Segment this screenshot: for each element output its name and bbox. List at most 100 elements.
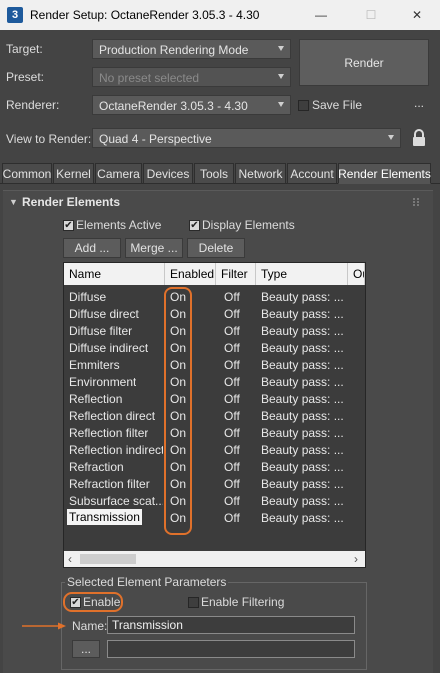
table-row[interactable]: Reflection On Off Beauty pass: ...: [64, 390, 365, 407]
render-elements-list[interactable]: Name Enabled Filter Type Ou DiffuseOnOff…: [63, 262, 366, 568]
cell-name: Diffuse direct: [69, 307, 139, 321]
cell-filter: Off: [224, 426, 240, 440]
chevron-down-icon: [278, 74, 284, 79]
cell-name: Emmiters: [69, 358, 120, 372]
cell-filter: Off: [224, 324, 240, 338]
rollout-title[interactable]: Render Elements: [22, 195, 120, 209]
cell-type: Beauty pass: ...: [261, 494, 344, 508]
minimize-icon: —: [315, 8, 327, 22]
cell-name: Reflection direct: [69, 409, 156, 423]
merge-button[interactable]: Merge ...: [125, 238, 183, 258]
grip-icon[interactable]: [412, 196, 420, 206]
output-path-field[interactable]: [107, 640, 355, 658]
save-file-label: Save File: [312, 98, 363, 112]
collapse-icon[interactable]: ▼: [9, 197, 18, 207]
tab-kernel[interactable]: Kernel: [53, 163, 94, 184]
element-name-field[interactable]: Transmission: [107, 616, 355, 634]
cell-type: Beauty pass: ...: [261, 392, 344, 406]
close-icon: ✕: [411, 8, 423, 22]
cell-filter: Off: [224, 341, 240, 355]
renderer-label: Renderer:: [6, 98, 60, 112]
add-element-button[interactable]: Add ...: [63, 238, 121, 258]
scroll-right-icon[interactable]: ›: [354, 553, 358, 565]
checkmark-icon: ✔: [64, 219, 73, 231]
cell-filter: Off: [224, 307, 240, 321]
tab-tools[interactable]: Tools: [194, 163, 234, 184]
tab-account[interactable]: Account: [287, 163, 337, 184]
column-header-filter[interactable]: Filter: [216, 263, 256, 285]
chevron-down-icon: [278, 46, 284, 51]
cell-filter: Off: [224, 358, 240, 372]
maximize-icon: ☐: [365, 8, 377, 22]
table-row[interactable]: Diffuse filter On Off Beauty pass: ...: [64, 322, 365, 339]
lock-glyph: [413, 129, 425, 146]
app-icon: 3: [7, 7, 23, 23]
display-elements-label: Display Elements: [202, 218, 295, 232]
elements-active-checkbox[interactable]: ✔: [63, 220, 74, 231]
minimize-button[interactable]: —: [298, 0, 344, 30]
table-row[interactable]: Subsurface scat... On Off Beauty pass: ...: [64, 492, 365, 509]
table-row[interactable]: Transmission On Off Beauty pass: ...: [64, 509, 365, 526]
browse-button[interactable]: ...: [72, 640, 100, 658]
cell-type: Beauty pass: ...: [261, 341, 344, 355]
lock-icon[interactable]: [411, 129, 427, 147]
view-to-render-dropdown[interactable]: Quad 4 - Perspective: [92, 128, 401, 148]
cell-filter: Off: [224, 494, 240, 508]
target-dropdown[interactable]: Production Rendering Mode: [92, 39, 291, 59]
enable-checkbox[interactable]: ✔: [70, 597, 81, 608]
maximize-button[interactable]: ☐: [348, 0, 394, 30]
table-row[interactable]: Reflection direct On Off Beauty pass: ...: [64, 407, 365, 424]
column-header-enabled[interactable]: Enabled: [165, 263, 216, 285]
table-row[interactable]: Refraction filter On Off Beauty pass: ...: [64, 475, 365, 492]
elements-active-label: Elements Active: [76, 218, 162, 232]
cell-type: Beauty pass: ...: [261, 409, 344, 423]
checkmark-icon: ✔: [71, 596, 80, 608]
cell-filter: Off: [224, 290, 240, 304]
cell-name: Diffuse indirect: [69, 341, 149, 355]
render-button[interactable]: Render: [299, 39, 429, 86]
cell-type: Beauty pass: ...: [261, 426, 344, 440]
tab-network[interactable]: Network: [235, 163, 286, 184]
cell-type: Beauty pass: ...: [261, 511, 344, 525]
scroll-left-icon[interactable]: ‹: [68, 553, 72, 565]
table-row[interactable]: Diffuse direct On Off Beauty pass: ...: [64, 305, 365, 322]
tab-render-elements[interactable]: Render Elements: [338, 163, 431, 184]
delete-button[interactable]: Delete: [187, 238, 245, 258]
column-header-name[interactable]: Name: [64, 263, 165, 285]
cell-name: Diffuse: [69, 290, 107, 304]
renderer-value: OctaneRender 3.05.3 - 4.30: [99, 99, 248, 113]
table-row[interactable]: Reflection indirect On Off Beauty pass: ...: [64, 441, 365, 458]
enable-filtering-checkbox[interactable]: [188, 597, 199, 608]
cell-name: Reflection: [69, 392, 123, 406]
enable-label: Enable: [83, 595, 121, 609]
chevron-down-icon: [278, 102, 284, 107]
table-row[interactable]: Reflection filter On Off Beauty pass: ...: [64, 424, 365, 441]
table-row[interactable]: Emmiters On Off Beauty pass: ...: [64, 356, 365, 373]
renderer-dropdown[interactable]: OctaneRender 3.05.3 - 4.30: [92, 95, 291, 115]
tab-camera[interactable]: Camera: [95, 163, 142, 184]
table-row[interactable]: Refraction On Off Beauty pass: ...: [64, 458, 365, 475]
preset-dropdown[interactable]: No preset selected: [92, 67, 291, 87]
close-button[interactable]: ✕: [394, 0, 440, 30]
column-header-type[interactable]: Type: [256, 263, 348, 285]
target-label: Target:: [6, 42, 43, 56]
display-elements-checkbox[interactable]: ✔: [189, 220, 200, 231]
cell-type: Beauty pass: ...: [261, 477, 344, 491]
tab-common[interactable]: Common: [2, 163, 52, 184]
window-title: Render Setup: OctaneRender 3.05.3 - 4.30: [30, 8, 260, 22]
cell-name: Refraction filter: [69, 477, 150, 491]
arrow-glyph: [22, 622, 66, 630]
table-row[interactable]: Environment On Off Beauty pass: ...: [64, 373, 365, 390]
table-row[interactable]: Diffuse On Off Beauty pass: ...: [64, 288, 365, 305]
tab-devices[interactable]: Devices: [143, 163, 193, 184]
preset-placeholder: No preset selected: [99, 71, 200, 85]
more-options-button[interactable]: ...: [414, 96, 424, 110]
horizontal-scrollbar[interactable]: ‹ ›: [64, 551, 365, 567]
cell-filter: Off: [224, 409, 240, 423]
cell-name: Reflection filter: [69, 426, 149, 440]
save-file-checkbox[interactable]: [298, 100, 309, 111]
column-header-output[interactable]: Ou: [348, 263, 365, 285]
cell-filter: Off: [224, 392, 240, 406]
table-row[interactable]: Diffuse indirect On Off Beauty pass: ...: [64, 339, 365, 356]
scrollbar-thumb[interactable]: [80, 554, 136, 564]
